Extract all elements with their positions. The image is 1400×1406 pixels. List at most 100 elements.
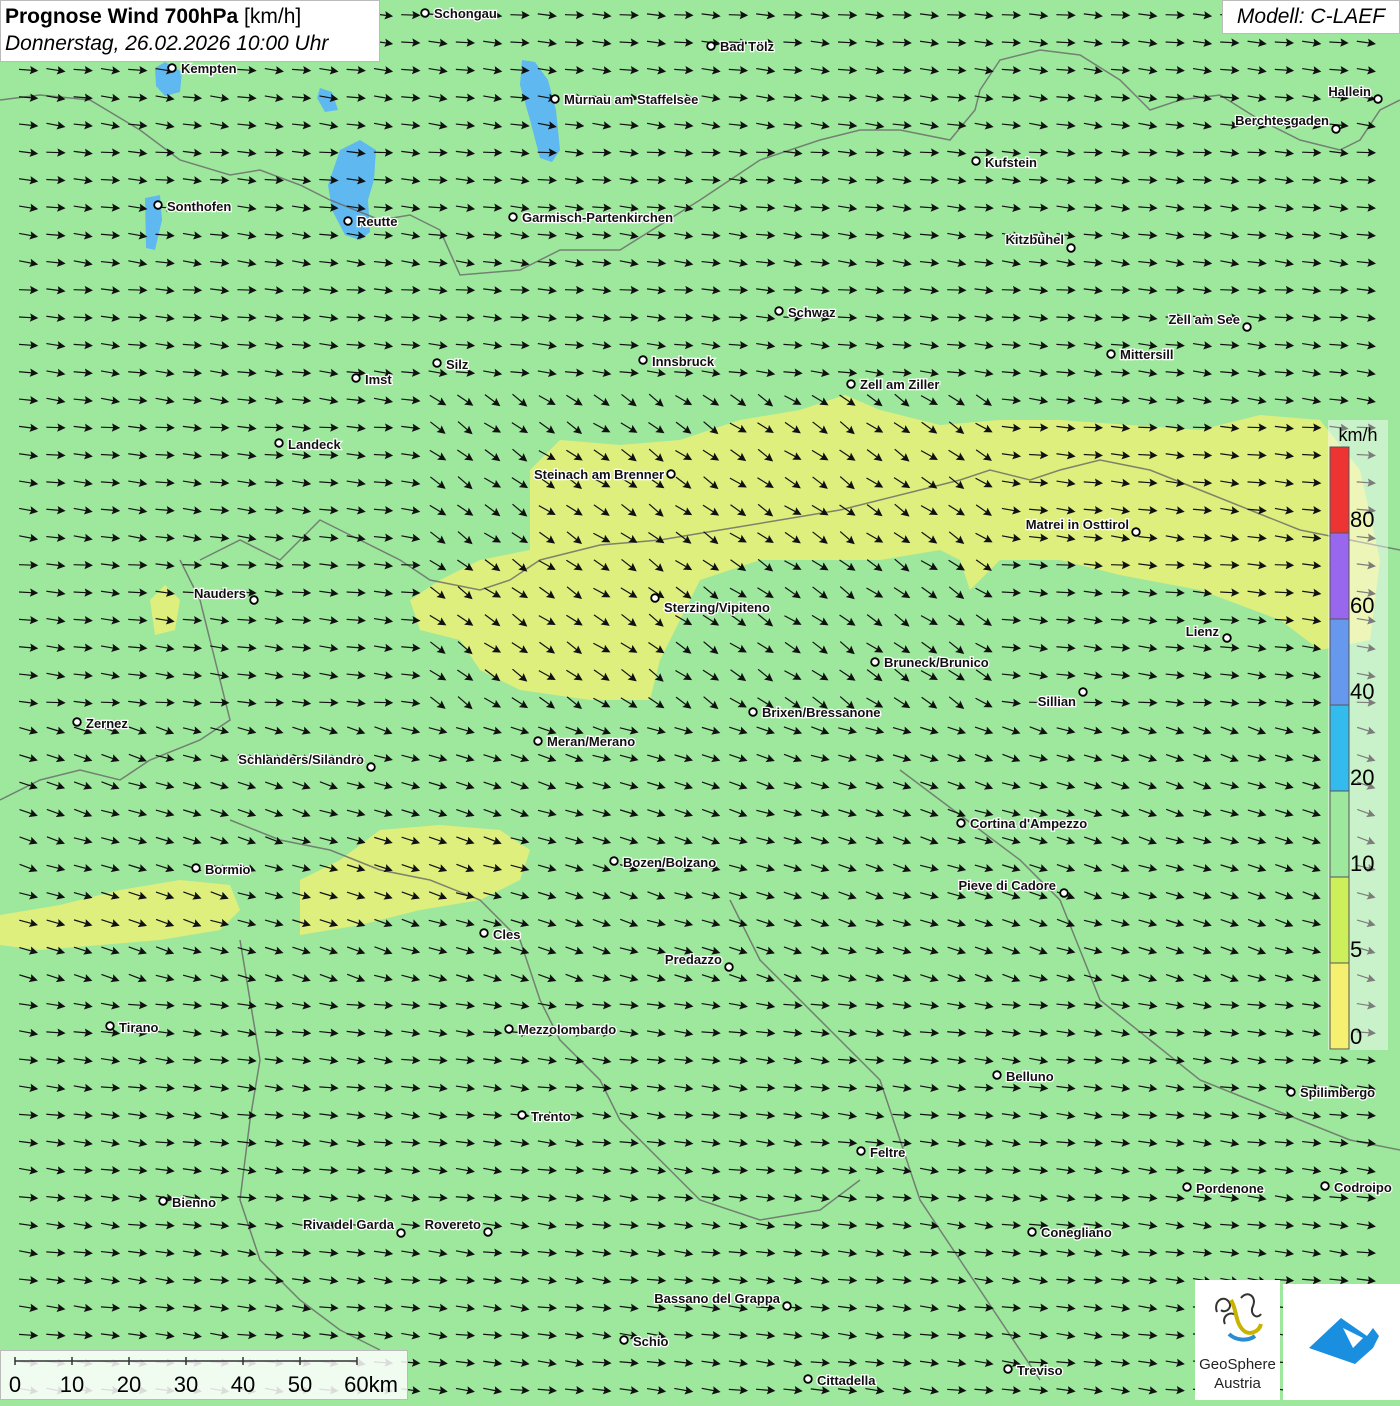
city-marker[interactable]: Pordenone [1183,1181,1264,1196]
city-dot [154,201,162,209]
city-dot [367,763,375,771]
city-label: Zernez [86,716,128,731]
city-marker[interactable]: Garmisch-Partenkirchen [509,210,673,225]
legend-swatch-20-40 [1330,705,1349,791]
city-label: Cles [493,927,520,942]
city-label: Schlanders/Silandro [238,752,364,767]
city-dot [397,1229,405,1237]
city-label: Pordenone [1196,1181,1264,1196]
city-label: Hallein [1328,84,1371,99]
app-logo[interactable] [1283,1284,1400,1400]
city-dot [73,718,81,726]
legend-swatch-80-up [1330,447,1349,533]
city-label: Rovereto [425,1217,481,1232]
city-label: Bozen/Bolzano [623,855,716,870]
map-title-main: Prognose Wind 700hPa [5,5,238,28]
city-marker[interactable]: Cortina d'Ampezzo [957,816,1087,831]
city-label: Berchtesgaden [1235,113,1329,128]
legend-tick-label: 40 [1350,679,1374,704]
scale-tick-label: 40 [231,1372,255,1397]
city-dot [344,217,352,225]
city-dot [275,439,283,447]
city-dot [1287,1088,1295,1096]
city-dot [1067,244,1075,252]
city-label: Kempten [181,61,237,76]
city-marker[interactable]: Brixen/Bressanone [749,705,880,720]
city-label: Bad Tölz [720,39,775,54]
city-dot [1223,634,1231,642]
city-dot [620,1336,628,1344]
forecast-date: Donnerstag, 26.02.2026 10:00 Uhr [5,30,375,58]
city-label: Cittadella [817,1373,876,1388]
logo-text-line1: GeoSphere [1195,1356,1280,1373]
city-label: Kitzbühel [1006,232,1065,247]
city-dot [480,929,488,937]
city-dot [1321,1182,1329,1190]
city-dot [1132,528,1140,536]
city-label: Predazzo [665,952,722,967]
city-dot [725,963,733,971]
city-dot [1004,1365,1012,1373]
city-marker[interactable]: Meran/Merano [534,734,635,749]
city-label: Cortina d'Ampezzo [970,816,1087,831]
city-marker[interactable]: Conegliano [1028,1225,1112,1240]
city-marker[interactable]: Steinach am Brenner [534,467,675,482]
scale-tick-label: 20 [117,1372,141,1397]
scale-bar-graphic: 0 10 20 30 40 50 60km [1,1351,409,1401]
city-dot [639,356,647,364]
legend-tick-label: 5 [1350,937,1362,962]
city-label: Mittersill [1120,347,1173,362]
city-marker[interactable]: Zell am Ziller [847,377,939,392]
city-label: Kufstein [985,155,1037,170]
city-marker[interactable]: Bruneck/Brunico [871,655,989,670]
legend-swatch-0-5 [1330,963,1349,1049]
city-marker[interactable]: Spilimbergo [1287,1085,1375,1100]
city-label: Schio [633,1334,668,1349]
city-label: Nauders [194,586,246,601]
city-dot [421,9,429,17]
geosphere-logo[interactable]: GeoSphere Austria [1195,1280,1280,1400]
city-label: Spilimbergo [1300,1085,1375,1100]
city-dot [749,708,757,716]
city-dot [1243,323,1251,331]
city-label: Garmisch-Partenkirchen [522,210,673,225]
city-dot [509,213,517,221]
city-label: Trento [531,1109,571,1124]
legend-swatch-60-80 [1330,533,1349,619]
city-dot [610,857,618,865]
city-dot [1028,1228,1036,1236]
legend-tick-label: 80 [1350,507,1374,532]
city-label: Treviso [1017,1363,1063,1378]
city-dot [1332,125,1340,133]
scale-tick-label: 30 [174,1372,198,1397]
city-dot [651,594,659,602]
wind-map[interactable]: Schongau Bad Tölz Kempten Murnau am Staffel… [0,0,1400,1400]
city-label: Riva del Garda [303,1217,395,1232]
city-marker[interactable]: Bozen/Bolzano [610,855,716,870]
model-label: Modell: C-LAEF [1222,0,1400,34]
city-dot [433,359,441,367]
city-dot [106,1022,114,1030]
city-label: Murnau am Staffelsee [564,92,698,107]
city-dot [250,596,258,604]
city-label: Schongau [434,6,497,21]
city-label: Zell am See [1168,312,1240,327]
city-dot [667,470,675,478]
city-marker[interactable]: Murnau am Staffelsee [551,92,698,107]
city-dot [993,1071,1001,1079]
city-label: Steinach am Brenner [534,467,664,482]
legend-tick-label: 10 [1350,851,1374,876]
city-marker[interactable]: Mezzolombardo [505,1022,616,1037]
legend-tick-label: 20 [1350,765,1374,790]
app-logo-icon [1283,1284,1400,1400]
city-label: Bormio [205,862,251,877]
city-dot [857,1147,865,1155]
city-label: Zell am Ziller [860,377,939,392]
city-dot [551,95,559,103]
city-label: Conegliano [1041,1225,1112,1240]
city-label: Matrei in Osttirol [1026,517,1129,532]
city-dot [1060,889,1068,897]
city-dot [192,864,200,872]
city-label: Silz [446,357,469,372]
legend-swatch-5-10 [1330,877,1349,963]
